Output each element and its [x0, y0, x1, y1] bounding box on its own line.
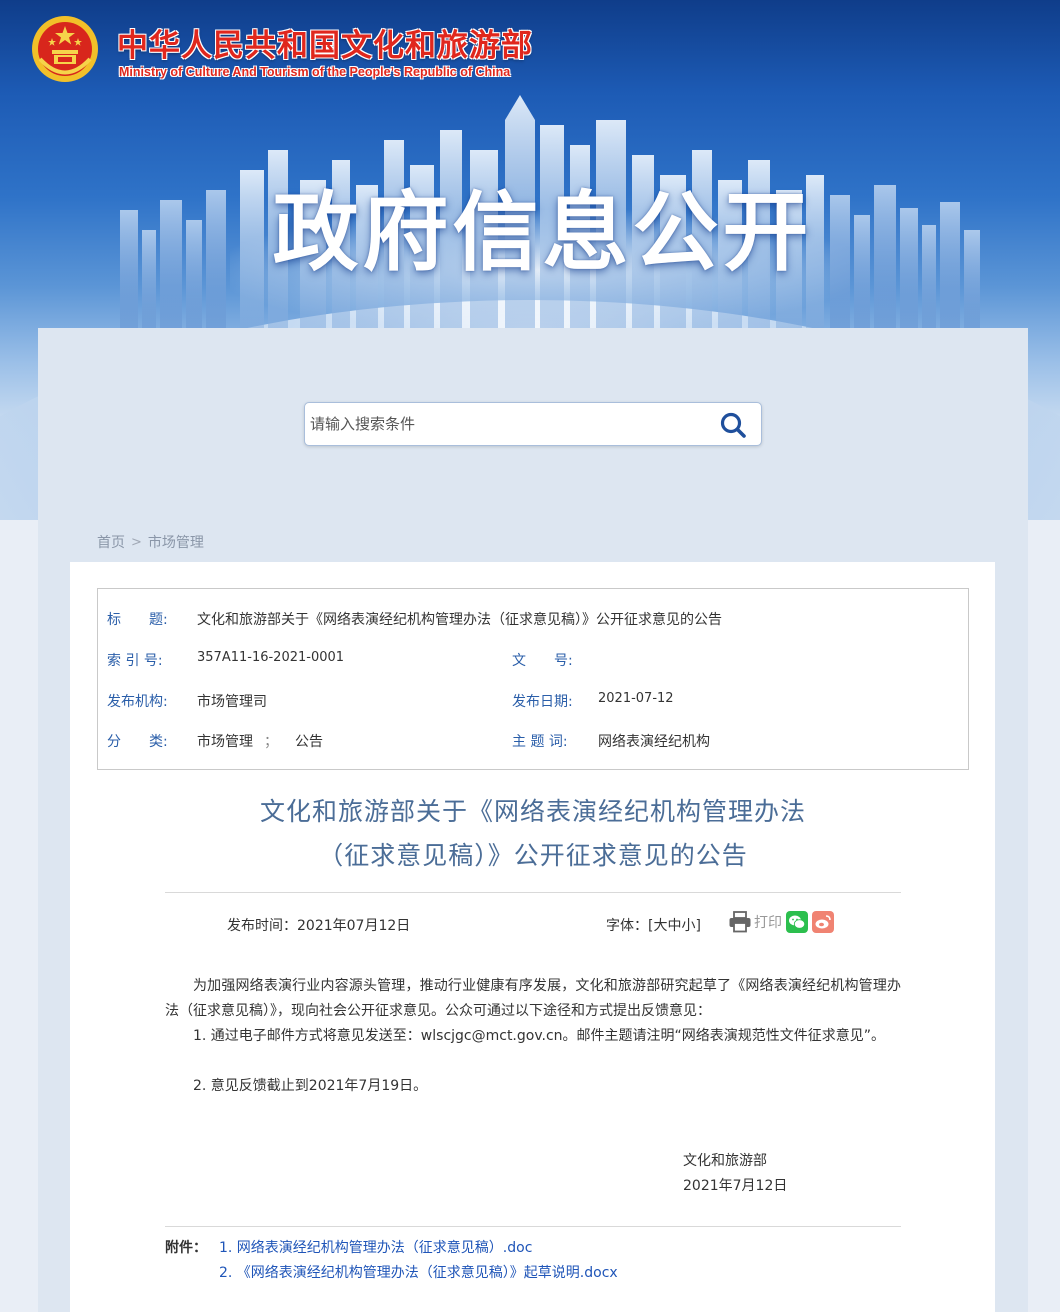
weibo-share-button[interactable]	[812, 911, 834, 933]
attachments-label: 附件：	[165, 1240, 207, 1256]
meta-category-value: 市场管理	[197, 734, 253, 750]
publish-time: 发布时间：2021年07月12日	[227, 918, 411, 934]
search-icon	[720, 412, 746, 438]
attachment-link-2[interactable]: 2. 《网络表演经纪机构管理办法（征求意见稿）》起草说明.docx	[219, 1261, 618, 1286]
national-emblem-icon	[32, 16, 98, 82]
breadcrumb: 首页 > 市场管理	[97, 532, 204, 552]
signature-organization: 文化和旅游部	[683, 1153, 767, 1169]
meta-category-separator: ；	[264, 734, 278, 750]
font-size-large-button[interactable]: 大	[653, 918, 667, 934]
article-item-1: 1. 通过电子邮件方式将意见发送至：wlscjgc@mct.gov.cn。邮件主…	[193, 1028, 886, 1044]
article-title: 文化和旅游部关于《网络表演经纪机构管理办法 （征求意见稿）》公开征求意见的公告	[120, 790, 946, 878]
meta-publisher-label: 发布机构:	[107, 694, 168, 710]
search-box	[304, 402, 762, 446]
meta-date-value: 2021-07-12	[598, 691, 674, 706]
metadata-table: 标 题: 文化和旅游部关于《网络表演经纪机构管理办法（征求意见稿）》公开征求意见…	[97, 588, 969, 770]
attachments-divider	[165, 1226, 901, 1227]
meta-title-value: 文化和旅游部关于《网络表演经纪机构管理办法（征求意见稿）》公开征求意见的公告	[197, 612, 722, 628]
site-subtitle: Ministry of Culture And Tourism of the P…	[119, 65, 511, 79]
breadcrumb-current-link[interactable]: 市场管理	[148, 532, 204, 552]
wechat-icon	[789, 915, 806, 929]
meta-date-label: 发布日期:	[512, 694, 573, 710]
font-size-selector: 字体：[大中小]	[606, 915, 701, 935]
signature-date: 2021年7月12日	[683, 1178, 788, 1194]
meta-publisher-value: 市场管理司	[197, 694, 267, 710]
meta-title-label: 标 题:	[107, 612, 168, 628]
article-signature: 文化和旅游部 2021年7月12日	[683, 1149, 787, 1199]
article-title-line2: （征求意见稿）》公开征求意见的公告	[318, 841, 748, 870]
font-size-bracket-close: ]	[695, 918, 701, 934]
meta-subject-label: 主 题 词:	[512, 734, 568, 750]
site-title[interactable]: 中华人民共和国文化和旅游部	[117, 20, 533, 65]
hero-title: 政府信息公开	[272, 183, 813, 283]
wechat-share-button[interactable]	[786, 911, 808, 933]
print-label: 打印	[754, 915, 782, 931]
meta-category-label: 分 类:	[107, 734, 168, 750]
article-paragraph-intro: 为加强网络表演行业内容源头管理，推动行业健康有序发展，文化和旅游部研究起草了《网…	[165, 978, 901, 1019]
meta-doc-no-label: 文 号:	[512, 653, 573, 669]
search-input[interactable]	[307, 405, 707, 443]
title-divider	[165, 892, 901, 893]
article-title-line1: 文化和旅游部关于《网络表演经纪机构管理办法	[259, 797, 806, 826]
search-button[interactable]	[717, 409, 749, 441]
breadcrumb-separator: >	[131, 534, 142, 550]
meta-category-value2: 公告	[295, 734, 323, 750]
meta-index-value: 357A11-16-2021-0001	[197, 650, 345, 665]
font-size-label: 字体：	[606, 918, 648, 934]
meta-subject-value: 网络表演经纪机构	[598, 734, 710, 750]
article-item-2: 2. 意见反馈截止到2021年7月19日。	[193, 1078, 428, 1094]
breadcrumb-home-link[interactable]: 首页	[97, 532, 125, 552]
printer-icon	[729, 911, 751, 933]
weibo-icon	[815, 915, 831, 929]
font-size-medium-button[interactable]: 中	[667, 918, 681, 934]
meta-index-label: 索 引 号:	[107, 653, 163, 669]
print-button[interactable]: 打印	[728, 910, 782, 934]
font-size-small-button[interactable]: 小	[681, 918, 695, 934]
attachment-link-1[interactable]: 1. 网络表演经纪机构管理办法（征求意见稿）.doc	[219, 1236, 532, 1261]
